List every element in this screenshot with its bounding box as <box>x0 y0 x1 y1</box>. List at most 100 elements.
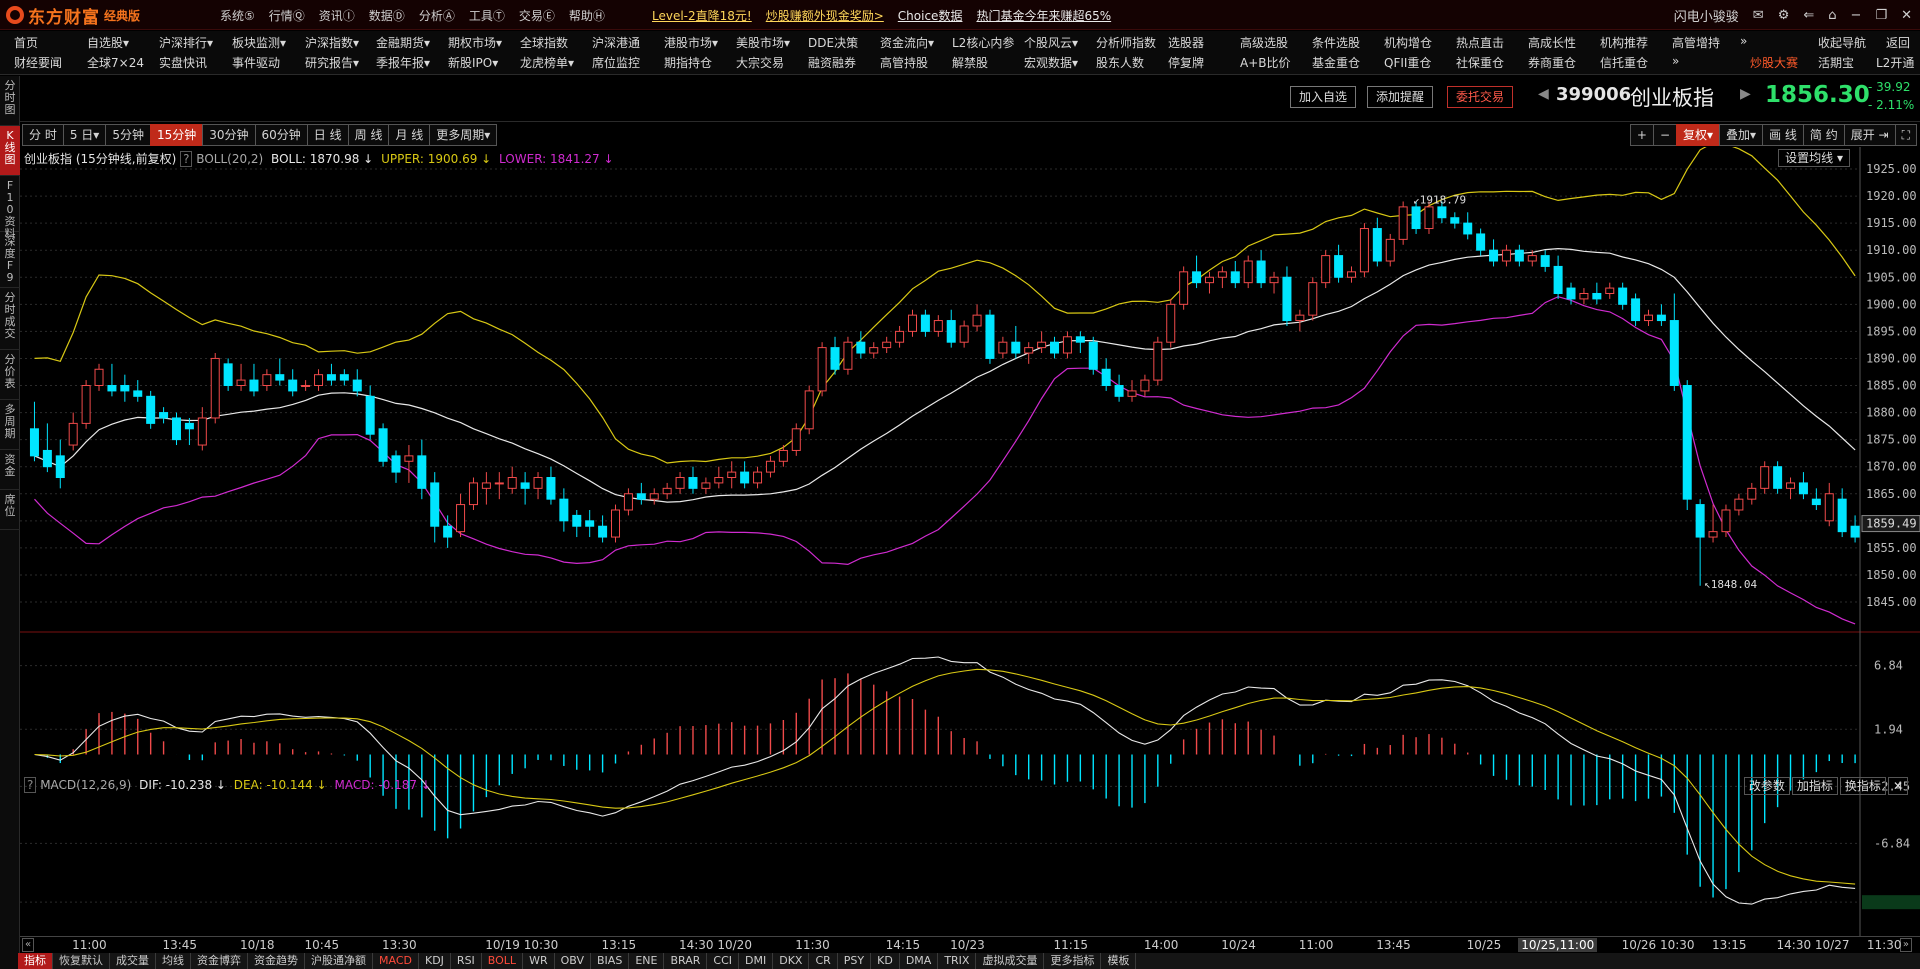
nav-item[interactable]: QFII重仓 <box>1384 54 1431 71</box>
period-tab-0[interactable]: 分 时 <box>22 124 64 146</box>
restore-icon[interactable]: ❐ <box>1875 8 1887 23</box>
promo-link-1[interactable]: 炒股赚额外现金奖励> <box>766 7 884 24</box>
period-tab-1[interactable]: 5 日▾ <box>62 124 107 146</box>
nav-item[interactable]: 分析师指数 <box>1096 34 1156 51</box>
brand-logo[interactable]: 东方财富 经典版 <box>6 4 140 28</box>
indicator-tab-6[interactable]: 沪股通净额 <box>305 953 373 969</box>
nav-item[interactable]: L2开通 <box>1876 54 1914 71</box>
indicator-tab-0[interactable]: 指标 <box>18 953 53 969</box>
indicator-tab-16[interactable]: CCI <box>707 953 739 969</box>
nav-item[interactable]: 高管持股 <box>880 54 928 71</box>
chart-tool-7[interactable]: ⛶ <box>1894 124 1917 146</box>
nav-item[interactable]: 板块监测▾ <box>232 34 286 51</box>
indicator-tab-24[interactable]: 虚拟成交量 <box>976 953 1045 969</box>
indicator-tab-19[interactable]: CR <box>809 953 838 969</box>
add-watchlist-button[interactable]: 加入自选 <box>1290 86 1357 108</box>
indicator-tab-25[interactable]: 更多指标 <box>1044 953 1102 969</box>
indicator-tab-13[interactable]: BIAS <box>591 953 630 969</box>
nav-item[interactable]: 炒股大赛 <box>1750 54 1798 71</box>
period-tab-8[interactable]: 月 线 <box>388 124 431 146</box>
indicator-tab-4[interactable]: 资金博弈 <box>191 953 248 969</box>
nav-item[interactable]: 自选股▾ <box>87 34 129 51</box>
menu-item-4[interactable]: 分析Ⓐ <box>419 7 455 24</box>
indicator-tab-20[interactable]: PSY <box>838 953 872 969</box>
menu-item-1[interactable]: 行情Ⓠ <box>269 7 305 24</box>
kline-chart[interactable]: 1925.00 1920.00 1915.00 1910.00 1905.00 1900.… <box>20 147 1920 936</box>
nav-item[interactable]: 收起导航 <box>1818 34 1866 51</box>
settings-icon[interactable]: ⚙ <box>1778 8 1790 23</box>
nav-item[interactable]: 股东人数 <box>1096 54 1144 71</box>
nav-item[interactable]: 席位监控 <box>592 54 640 71</box>
nav-item[interactable]: A+B比价 <box>1240 54 1291 71</box>
nav-item[interactable]: 机构推荐 <box>1600 34 1648 51</box>
sidebar-tab-2[interactable]: F10资料 <box>0 176 20 240</box>
nav-item[interactable]: 事件驱动 <box>232 54 280 71</box>
minimize-icon[interactable]: − <box>1851 8 1862 23</box>
nav-item[interactable]: 港股市场▾ <box>664 34 718 51</box>
nav-item[interactable]: 高成长性 <box>1528 34 1576 51</box>
indicator-tab-9[interactable]: RSI <box>451 953 482 969</box>
chart-tool-6[interactable]: 展开 ⇥ <box>1843 124 1896 146</box>
nav-item[interactable]: 高管增持 <box>1672 34 1720 51</box>
nav-item[interactable]: 季报年报▾ <box>376 54 430 71</box>
chart-tool-1[interactable]: − <box>1652 124 1677 146</box>
macd-indicator-name[interactable]: MACD(12,26,9) <box>40 778 131 792</box>
nav-item[interactable]: 返回 <box>1886 34 1910 51</box>
menu-item-3[interactable]: 数据Ⓓ <box>369 7 405 24</box>
indicator-tab-17[interactable]: DMI <box>739 953 774 969</box>
nav-item[interactable]: L2核心内参 <box>952 34 1014 51</box>
scroll-left-icon[interactable]: « <box>22 938 35 952</box>
nav-item[interactable]: 资金流向▾ <box>880 34 934 51</box>
nav-item[interactable]: 龙虎榜单▾ <box>520 54 574 71</box>
nav-item[interactable]: » <box>1740 34 1747 48</box>
username[interactable]: 闪电小骏骏 <box>1674 6 1739 25</box>
promo-link-2[interactable]: Choice数据 <box>898 7 963 24</box>
indicator-tab-5[interactable]: 资金趋势 <box>248 953 305 969</box>
nav-item[interactable]: 机构增仓 <box>1384 34 1432 51</box>
nav-item[interactable]: 金融期货▾ <box>376 34 430 51</box>
indicator-tab-26[interactable]: 模板 <box>1101 953 1137 969</box>
indicator-tab-1[interactable]: 恢复默认 <box>53 953 110 969</box>
period-tab-6[interactable]: 日 线 <box>306 124 349 146</box>
nav-item[interactable]: 全球指数 <box>520 34 568 51</box>
nav-item[interactable]: 新股IPO▾ <box>448 54 498 71</box>
chart-tool-4[interactable]: 画 线 <box>1762 124 1804 146</box>
indicator-tab-21[interactable]: KD <box>871 953 900 969</box>
next-stock-icon[interactable]: ▶ <box>1740 86 1751 102</box>
chart-tool-3[interactable]: 叠加▾ <box>1719 124 1764 146</box>
close-icon[interactable]: ✕ <box>1901 8 1912 23</box>
period-tab-2[interactable]: 5分钟 <box>105 124 151 146</box>
indicator-tab-2[interactable]: 成交量 <box>110 953 156 969</box>
prev-stock-icon[interactable]: ◀ <box>1538 86 1549 102</box>
sidebar-tab-0[interactable]: 分时图 <box>0 76 20 126</box>
macd-button-0[interactable]: 改参数 <box>1743 777 1790 795</box>
nav-item[interactable]: 美股市场▾ <box>736 34 790 51</box>
nav-item[interactable]: 热点直击 <box>1456 34 1504 51</box>
entrust-trade-button[interactable]: 委托交易 <box>1447 86 1514 108</box>
indicator-tab-7[interactable]: MACD <box>373 953 419 969</box>
nav-item[interactable]: » <box>1672 54 1679 68</box>
chart-tool-2[interactable]: 复权▾ <box>1676 124 1721 146</box>
indicator-tab-11[interactable]: WR <box>523 953 555 969</box>
nav-item[interactable]: 券商重仓 <box>1528 54 1576 71</box>
chart-tool-0[interactable]: + <box>1629 124 1654 146</box>
nav-item[interactable]: 基金重仓 <box>1312 54 1360 71</box>
menu-item-7[interactable]: 帮助Ⓗ <box>569 7 605 24</box>
sidebar-tab-8[interactable]: 席位 <box>0 490 20 530</box>
nav-item[interactable]: 停复牌 <box>1168 54 1204 71</box>
menu-item-2[interactable]: 资讯Ⓘ <box>319 7 355 24</box>
nav-item[interactable]: 财经要闻 <box>14 54 62 71</box>
add-alert-button[interactable]: 添加提醒 <box>1367 86 1434 108</box>
nav-item[interactable]: 社保重仓 <box>1456 54 1504 71</box>
macd-button-1[interactable]: 加指标 <box>1791 777 1838 795</box>
indicator-tab-10[interactable]: BOLL <box>482 953 524 969</box>
indicator-tab-22[interactable]: DMA <box>900 953 939 969</box>
period-tab-9[interactable]: 更多周期▾ <box>429 124 498 146</box>
nav-item[interactable]: 解禁股 <box>952 54 988 71</box>
nav-item[interactable]: 活期宝 <box>1818 54 1854 71</box>
nav-item[interactable]: 融资融券 <box>808 54 856 71</box>
nav-item[interactable]: 研究报告▾ <box>305 54 359 71</box>
nav-item[interactable]: DDE决策 <box>808 34 858 51</box>
nav-item[interactable]: 全球7×24 <box>87 54 144 71</box>
promo-link-3[interactable]: 热门基金今年来赚超65% <box>976 7 1111 24</box>
